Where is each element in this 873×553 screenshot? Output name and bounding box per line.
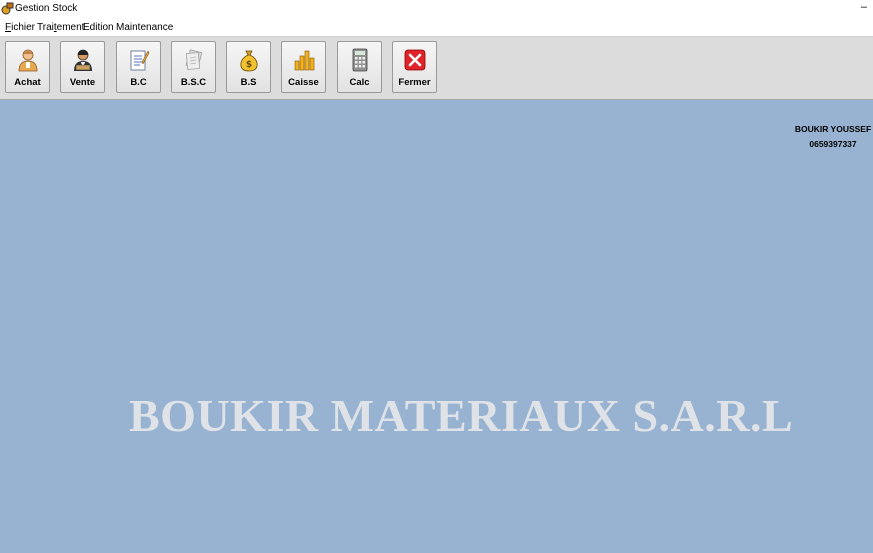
menu-maintenance[interactable]: Maintenance [116, 22, 173, 33]
buyer-person-icon [18, 49, 37, 72]
seller-person-icon [73, 49, 92, 71]
menu-maintenance-text: Maintenance [116, 22, 174, 33]
calc-label: Calc [349, 77, 370, 88]
caisse-label: Caisse [288, 77, 319, 88]
fermer-button[interactable]: Fermer [392, 41, 437, 93]
coin-stack-icon [294, 50, 314, 71]
title-bar: Gestion Stock – [0, 0, 873, 19]
menu-traitement-text-b: ement [56, 22, 85, 33]
menu-fichier[interactable]: Fichier [5, 22, 35, 33]
order-document-icon [130, 50, 149, 71]
bsc-button[interactable]: B.S.C [171, 41, 216, 93]
money-bag-icon: $ [239, 50, 258, 72]
achat-button[interactable]: Achat [5, 41, 50, 93]
menu-traitement[interactable]: Traitement [37, 22, 84, 33]
bc-button[interactable]: B.C [116, 41, 161, 93]
minimize-button[interactable]: – [861, 1, 867, 13]
window-title: Gestion Stock [15, 3, 78, 14]
achat-label: Achat [14, 77, 41, 88]
close-x-icon [404, 49, 425, 71]
company-brand-text: BOUKIR MATERIAUX S.A.R.L [129, 390, 794, 441]
bsc-label: B.S.C [180, 77, 207, 88]
paper-sheets-icon [185, 49, 202, 70]
menu-bar: Fichier Traitement Edition Maintenance [0, 19, 873, 37]
menu-fichier-text-b: ichier [11, 22, 36, 33]
app-icon [1, 2, 14, 15]
menu-edition-text: Edition [83, 22, 114, 33]
vente-button[interactable]: Vente [60, 41, 105, 93]
bs-button[interactable]: $ B.S [226, 41, 271, 93]
fermer-label: Fermer [398, 77, 431, 88]
menu-traitement-text-a: Trai [37, 22, 54, 33]
bc-label: B.C [130, 77, 147, 88]
bs-label: B.S [240, 77, 257, 88]
toolbar: Achat Vente B.C B.S.C $ B.S Caisse Calc … [0, 37, 873, 100]
vente-label: Vente [69, 77, 96, 88]
menu-edition[interactable]: Edition [83, 22, 114, 33]
user-phone: 0659397337 [809, 139, 857, 149]
user-name: BOUKIR YOUSSEF [794, 124, 872, 134]
caisse-button[interactable]: Caisse [281, 41, 326, 93]
calculator-icon [352, 48, 367, 72]
calc-button[interactable]: Calc [337, 41, 382, 93]
user-info: BOUKIR YOUSSEF 0659397337 [793, 122, 873, 152]
svg-text:$: $ [245, 60, 251, 70]
